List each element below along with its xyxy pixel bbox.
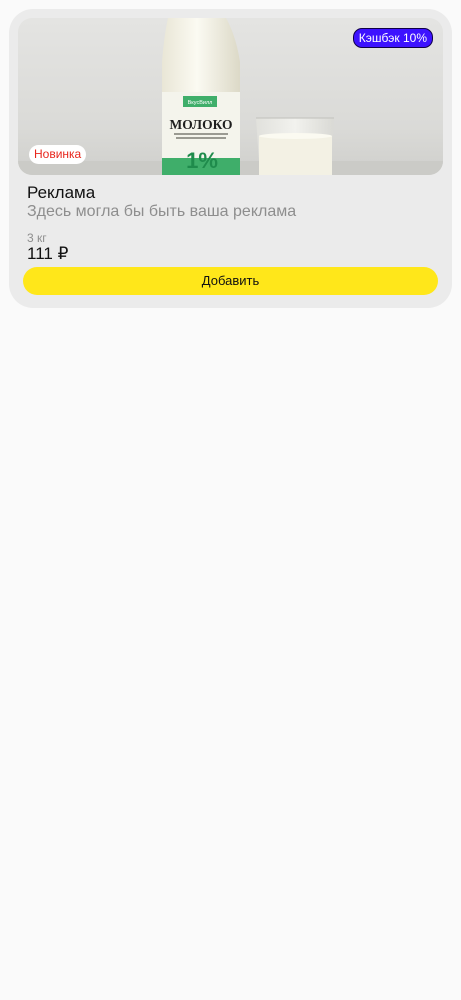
product-price: 111 ₽ bbox=[27, 244, 69, 263]
product-image[interactable]: ВкусВилл МОЛОКО 1% Кэшбэк 10% Новинка bbox=[18, 18, 443, 175]
bottle-brand-text: ВкусВилл bbox=[188, 100, 213, 106]
add-to-cart-button[interactable]: Добавить bbox=[23, 267, 438, 295]
new-badge: Новинка bbox=[29, 145, 87, 164]
product-weight: 3 кг bbox=[27, 231, 47, 245]
product-card[interactable]: ВкусВилл МОЛОКО 1% Кэшбэк 10% Новинка Ре… bbox=[9, 9, 452, 308]
bottle-fat-percent-text: 1% bbox=[186, 148, 218, 173]
product-subtitle: Здесь могла бы быть ваша реклама bbox=[27, 203, 297, 220]
product-title[interactable]: Реклама bbox=[27, 183, 95, 203]
cashback-badge: Кэшбэк 10% bbox=[352, 28, 433, 48]
bottle-product-name-text: МОЛОКО bbox=[169, 117, 232, 132]
